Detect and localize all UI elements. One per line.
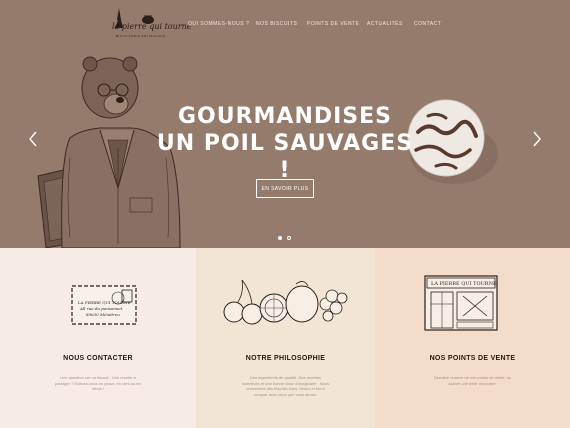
nav-item-contact[interactable]: CONTACT	[414, 21, 441, 27]
fruits-illustration	[223, 279, 348, 325]
feature-contact-title: NOUS CONTACTER	[63, 355, 133, 362]
feature-philosophy-title: NOTRE PHILOSOPHIE	[245, 355, 326, 362]
feature-philosophy-text: Des ingrédients de qualité. Des recettes…	[241, 375, 330, 397]
features-section: LA PIERRE QUI TOURNE All rue du ponsonne…	[0, 248, 570, 428]
envelope-line-3: 89630 Ménétreu	[86, 312, 120, 317]
feature-points-de-vente-title: NOS POINTS DE VENTE	[429, 355, 516, 362]
slide-dot-2[interactable]	[287, 236, 291, 240]
en-savoir-plus-button[interactable]: EN SAVOIR PLUS	[256, 179, 314, 198]
nav-item-qui-sommes-nous[interactable]: QUI SOMMES-NOUS ?	[188, 21, 249, 27]
nav-item-points-de-vente[interactable]: POINTS DE VENTE	[307, 21, 360, 27]
envelope-line-2: All rue du ponsonnet	[79, 306, 123, 311]
slide-dot-1[interactable]	[278, 236, 282, 240]
envelope-line-1: LA PIERRE QUI TOURNE	[78, 300, 131, 305]
hero-banner: la pierre qui tourne BISCUITERIE ARTISAN…	[0, 0, 570, 248]
envelope-icon: LA PIERRE QUI TOURNE All rue du ponsonne…	[71, 285, 137, 325]
hero-headline: GOURMANDISES UN POIL SAUVAGES !	[150, 103, 420, 184]
feature-contact-text: Une question sur un biscuit , Une recett…	[55, 375, 141, 391]
shop-front-icon: LA PIERRE QUI TOURNE	[424, 275, 498, 331]
shop-sign-text: LA PIERRE QUI TOURNE	[431, 281, 497, 287]
feature-points-de-vente[interactable]: LA PIERRE QUI TOURNE NOS POINTS DE VENTE…	[375, 248, 570, 428]
main-nav: QUI SOMMES-NOUS ? NOS BISCUITS POINTS DE…	[0, 21, 570, 33]
chevron-right-icon[interactable]	[531, 130, 543, 148]
feature-contact[interactable]: LA PIERRE QUI TOURNE All rue du ponsonne…	[0, 248, 196, 428]
page: la pierre qui tourne BISCUITERIE ARTISAN…	[0, 0, 570, 428]
hero-headline-line2: UN POIL SAUVAGES !	[156, 131, 414, 183]
chevron-left-icon[interactable]	[27, 130, 39, 148]
feature-points-de-vente-text: Dernière chance de nos points de vente, …	[433, 375, 512, 386]
feature-philosophy[interactable]: NOTRE PHILOSOPHIE Des ingrédients de qua…	[196, 248, 375, 428]
nav-item-actualites[interactable]: ACTUALITÉS	[367, 21, 403, 27]
hero-headline-line1: GOURMANDISES	[177, 104, 393, 129]
nav-item-nos-biscuits[interactable]: NOS BISCUITS	[256, 21, 297, 27]
logo-subtitle: BISCUITERIE ARTISANALE	[116, 34, 166, 38]
